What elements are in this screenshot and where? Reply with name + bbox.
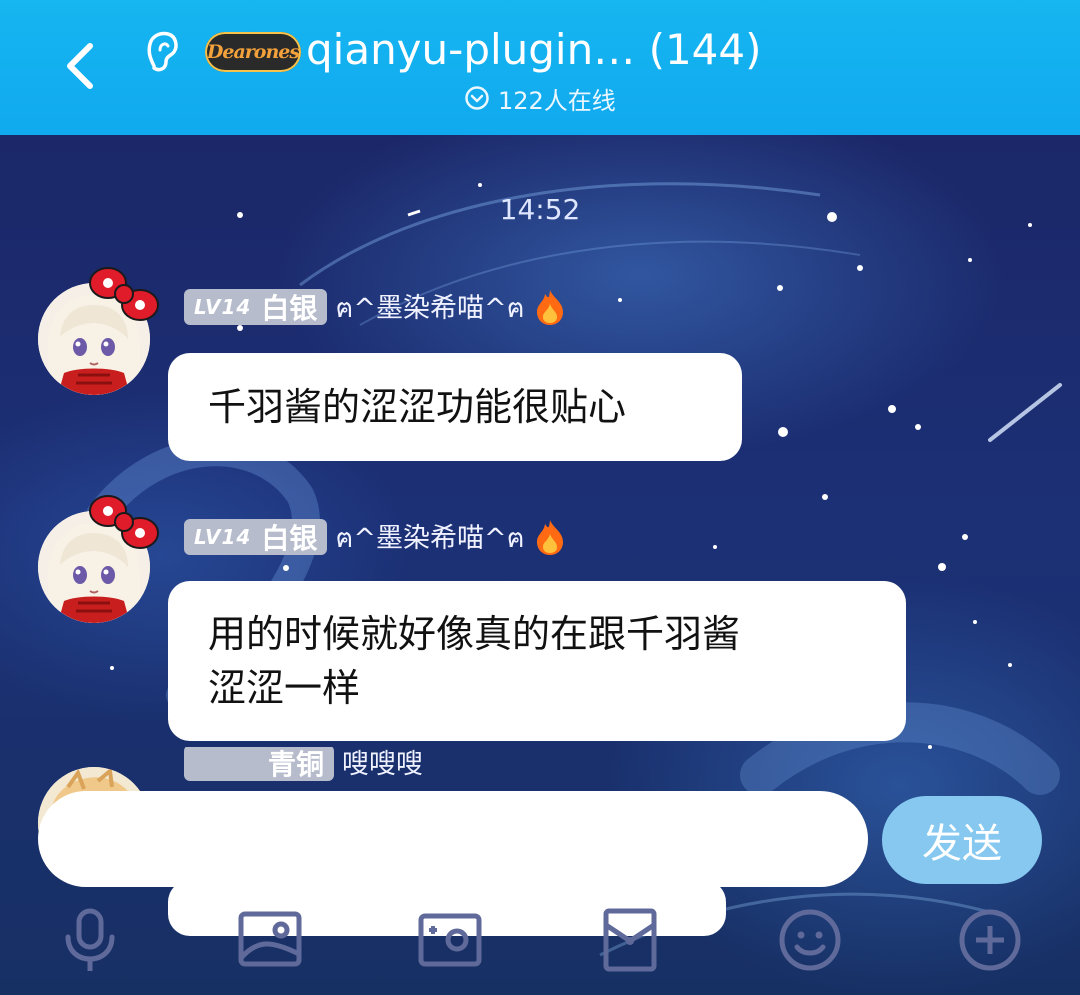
level-text: LV14 — [194, 295, 252, 319]
sender-nickname[interactable]: 嗖嗖嗖 — [342, 747, 423, 781]
fire-icon — [536, 290, 563, 325]
message-bubble[interactable]: 千羽酱的涩涩功能很贴心 — [168, 353, 742, 461]
rank-text: 白银 — [261, 292, 318, 325]
camera-icon — [418, 913, 482, 967]
image-icon — [238, 911, 302, 967]
sender-nickname[interactable]: ฅ^墨染希喵^ฅ — [335, 286, 524, 329]
mic-icon — [65, 908, 115, 971]
sender-info: LV14 白银 ฅ^墨染希喵^ฅ — [184, 517, 567, 557]
message-text: 千羽酱的涩涩功能很贴心 — [208, 385, 627, 429]
message-input[interactable] — [38, 791, 868, 887]
rank-text: 青铜 — [267, 748, 324, 781]
level-badge: LV14 白银 — [184, 289, 328, 325]
message-timestamp: 14:52 — [499, 193, 581, 226]
fire-icon — [536, 520, 563, 555]
sender-info: LV14 白银 ฅ^墨染希喵^ฅ — [184, 287, 567, 327]
red-packet-icon — [603, 908, 657, 972]
sender-nickname[interactable]: ฅ^墨染希喵^ฅ — [335, 516, 524, 559]
bow-decoration-icon — [89, 267, 159, 321]
voice-button[interactable] — [55, 905, 125, 975]
more-button[interactable] — [955, 905, 1025, 975]
online-count: 122人在线 — [498, 86, 616, 115]
level-text: LV14 — [194, 525, 252, 549]
sender-info: 青铜 嗖嗖嗖 — [184, 747, 423, 781]
group-logo: Dearones — [205, 32, 301, 72]
message-text-line: 涩涩一样 — [208, 666, 361, 710]
chevron-left-icon — [67, 43, 93, 89]
level-badge: LV14 白银 — [184, 519, 328, 555]
group-logo-text: Dearones — [206, 41, 300, 63]
image-button[interactable] — [235, 905, 305, 975]
ear-mode-button[interactable] — [140, 28, 184, 78]
plus-icon — [959, 909, 1021, 971]
message-text-line: 用的时候就好像真的在跟千羽酱 — [208, 612, 741, 656]
chevron-down-circle-icon — [465, 86, 489, 110]
level-badge: 青铜 — [184, 747, 334, 781]
emoji-icon — [779, 909, 841, 971]
camera-button[interactable] — [415, 905, 485, 975]
rank-text: 白银 — [261, 522, 318, 555]
group-title[interactable]: qianyu-plugin… (144) — [306, 22, 762, 78]
red-packet-button[interactable] — [595, 905, 665, 975]
message-bubble[interactable]: 用的时候就好像真的在跟千羽酱 涩涩一样 — [168, 581, 906, 741]
chat-header: Dearones qianyu-plugin… (144) 122人在线 — [0, 0, 1080, 135]
bow-decoration-icon — [89, 495, 159, 549]
back-button[interactable] — [50, 36, 110, 96]
emoji-button[interactable] — [775, 905, 845, 975]
send-button[interactable]: 发送 — [882, 796, 1042, 884]
ear-icon — [147, 31, 178, 72]
online-status[interactable]: 122人在线 — [464, 80, 616, 116]
